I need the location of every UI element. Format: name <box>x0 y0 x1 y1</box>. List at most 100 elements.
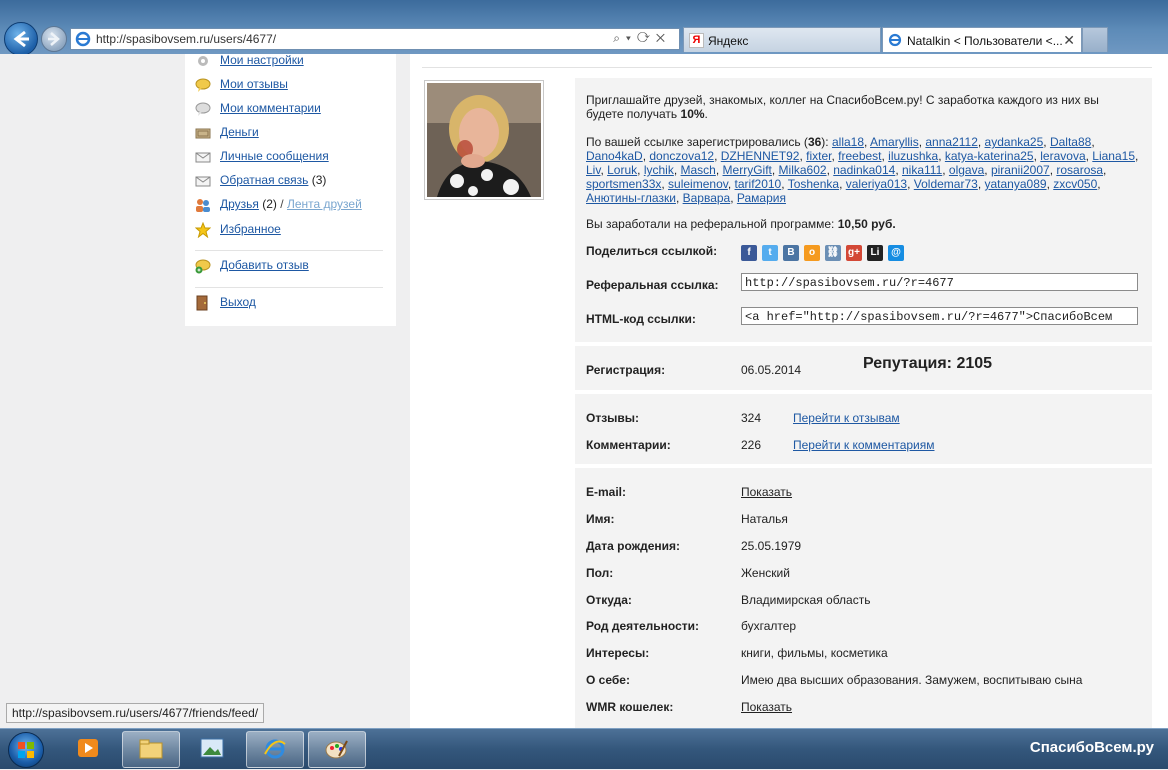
referred-user-link[interactable]: Варвара <box>683 191 731 205</box>
referred-user-link[interactable]: katya-katerina25 <box>945 149 1034 163</box>
referred-user-link[interactable]: DZHENNET92 <box>721 149 800 163</box>
referred-user-link[interactable]: nadinka014 <box>833 163 895 177</box>
referred-user-link[interactable]: Loruk <box>607 163 637 177</box>
field-value: Владимирская область <box>741 593 871 607</box>
field-value: 25.05.1979 <box>741 539 802 553</box>
mail-ru-icon[interactable]: @ <box>888 245 904 261</box>
close-tab-icon[interactable]: ✕ <box>1063 32 1075 49</box>
twitter-icon[interactable]: t <box>762 245 778 261</box>
tab-natalkin[interactable]: Natalkin < Пользователи <... ✕ <box>882 27 1082 52</box>
referred-user-link[interactable]: Milka602 <box>779 163 827 177</box>
facebook-icon[interactable]: f <box>741 245 757 261</box>
divider <box>195 250 383 251</box>
show-email-link[interactable]: Показать <box>741 485 792 499</box>
referred-user-link[interactable]: Masch <box>681 163 716 177</box>
back-button[interactable] <box>4 22 38 56</box>
address-tools[interactable]: ⌕▾⟳✕ <box>613 31 671 46</box>
referred-user-link[interactable]: Liana15 <box>1092 149 1135 163</box>
sidebar-item-label: Избранное <box>220 222 281 236</box>
avatar-photo <box>427 83 541 197</box>
referred-user-link[interactable]: Voldemar73 <box>914 177 978 191</box>
share-label: Поделиться ссылкой: <box>586 244 718 258</box>
google-plus-icon[interactable]: g+ <box>846 245 862 261</box>
refresh-icon[interactable]: ⟳ <box>637 31 656 45</box>
ref-link-field[interactable]: http://spasibovsem.ru/?r=4677 <box>741 273 1138 291</box>
referral-panel: Приглашайте друзей, знакомых, коллег на … <box>575 78 1152 342</box>
referred-user-link[interactable]: suleimenov <box>668 177 728 191</box>
referred-user-link[interactable]: Amaryllis <box>870 135 919 149</box>
go-to-comments-link[interactable]: Перейти к комментариям <box>793 438 935 452</box>
address-bar[interactable]: http://spasibovsem.ru/users/4677/ ⌕▾⟳✕ <box>70 28 680 50</box>
referred-user-link[interactable]: alla18 <box>832 135 864 149</box>
show-wmr-link[interactable]: Показать <box>741 700 792 714</box>
html-code-field[interactable]: <a href="http://spasibovsem.ru/?r=4677">… <box>741 307 1138 325</box>
comments-count: 226 <box>741 438 762 452</box>
dropdown-icon[interactable]: ▾ <box>626 31 637 45</box>
vkontakte-icon[interactable]: B <box>783 245 799 261</box>
link-icon[interactable]: ⛓ <box>825 245 841 261</box>
taskbar-internet-explorer[interactable] <box>246 731 304 768</box>
referred-user-link[interactable]: Toshenka <box>788 177 839 191</box>
invite-text: Приглашайте друзей, знакомых, коллег на … <box>586 93 1099 121</box>
new-tab-button[interactable] <box>1082 27 1108 52</box>
referred-user-link[interactable]: leravova <box>1040 149 1085 163</box>
referred-user-link[interactable]: Dalta88 <box>1050 135 1091 149</box>
friends-feed-link[interactable]: Лента друзей <box>287 197 362 211</box>
forward-button[interactable] <box>41 26 67 52</box>
earned-text: Вы заработали на реферальной программе: … <box>586 217 896 231</box>
referred-user-link[interactable]: tarif2010 <box>735 177 782 191</box>
referred-user-link[interactable]: Liv <box>586 163 600 177</box>
envelope-icon <box>195 152 211 163</box>
comma-separator: , <box>1103 163 1107 177</box>
referred-user-link[interactable]: valeriya013 <box>846 177 907 191</box>
referred-user-link[interactable]: fixter <box>806 149 831 163</box>
tab-yandex[interactable]: Я Яндекс <box>683 27 881 52</box>
comma-separator: , <box>730 191 737 205</box>
referred-user-link[interactable]: nika111 <box>902 163 942 177</box>
odnoklassniki-icon[interactable]: o <box>804 245 820 261</box>
registration-panel: Регистрация: 06.05.2014 Репутация: 2105 <box>575 346 1152 390</box>
photo-viewer-icon <box>200 738 224 758</box>
livejournal-icon[interactable]: Li <box>867 245 883 261</box>
referred-user-link[interactable]: freebest <box>838 149 881 163</box>
referred-user-link[interactable]: donczova12 <box>649 149 714 163</box>
referred-user-link[interactable]: Dano4kaD <box>586 149 643 163</box>
address-url: http://spasibovsem.ru/users/4677/ <box>96 32 277 46</box>
referred-user-link[interactable]: MerryGift <box>723 163 772 177</box>
referred-user-link[interactable]: Рамария <box>737 191 786 205</box>
field-label: E-mail: <box>586 485 627 499</box>
referred-user-link[interactable]: rosarosa <box>1056 163 1103 177</box>
comma-separator: , <box>1091 135 1095 149</box>
comma-separator: , <box>1135 149 1139 163</box>
avatar[interactable] <box>424 80 544 200</box>
comma-separator: , <box>938 149 945 163</box>
referred-user-link[interactable]: olgava <box>949 163 984 177</box>
windows-logo-icon <box>18 742 34 758</box>
comments-label: Комментарии: <box>586 438 671 452</box>
referred-user-link[interactable]: sportsmen33x <box>586 177 661 191</box>
status-url-tooltip: http://spasibovsem.ru/users/4677/friends… <box>6 703 265 723</box>
sidebar-item-label: Деньги <box>220 125 259 139</box>
registered-suffix: ): <box>821 135 829 149</box>
referred-user-link[interactable]: lychik <box>644 163 674 177</box>
referred-user-link[interactable]: aydanka25 <box>985 135 1044 149</box>
referred-user-link[interactable]: iluzushka <box>888 149 938 163</box>
referred-user-link[interactable]: zxcv050 <box>1053 177 1097 191</box>
referred-user-link[interactable]: anna2112 <box>925 135 978 149</box>
reputation: Репутация: 2105 <box>863 355 993 372</box>
field-value: Имею два высших образования. Замужем, во… <box>741 673 1083 687</box>
referred-user-link[interactable]: piranii2007 <box>991 163 1050 177</box>
taskbar-explorer[interactable] <box>122 731 180 768</box>
tab-label: Яндекс <box>708 34 749 48</box>
referred-user-link[interactable]: Анютины-глазки <box>586 191 676 205</box>
reviews-count: 324 <box>741 411 762 425</box>
go-to-reviews-link[interactable]: Перейти к отзывам <box>793 411 900 425</box>
search-icon[interactable]: ⌕ <box>613 31 626 45</box>
start-button[interactable] <box>8 732 44 768</box>
stop-icon[interactable]: ✕ <box>656 31 671 45</box>
referred-user-link[interactable]: yatanya089 <box>985 177 1047 191</box>
sidebar-item-label: Личные сообщения <box>220 149 329 163</box>
taskbar-photo-viewer[interactable] <box>184 731 240 766</box>
taskbar-media-player[interactable] <box>60 731 116 766</box>
taskbar-paint[interactable] <box>308 731 366 768</box>
